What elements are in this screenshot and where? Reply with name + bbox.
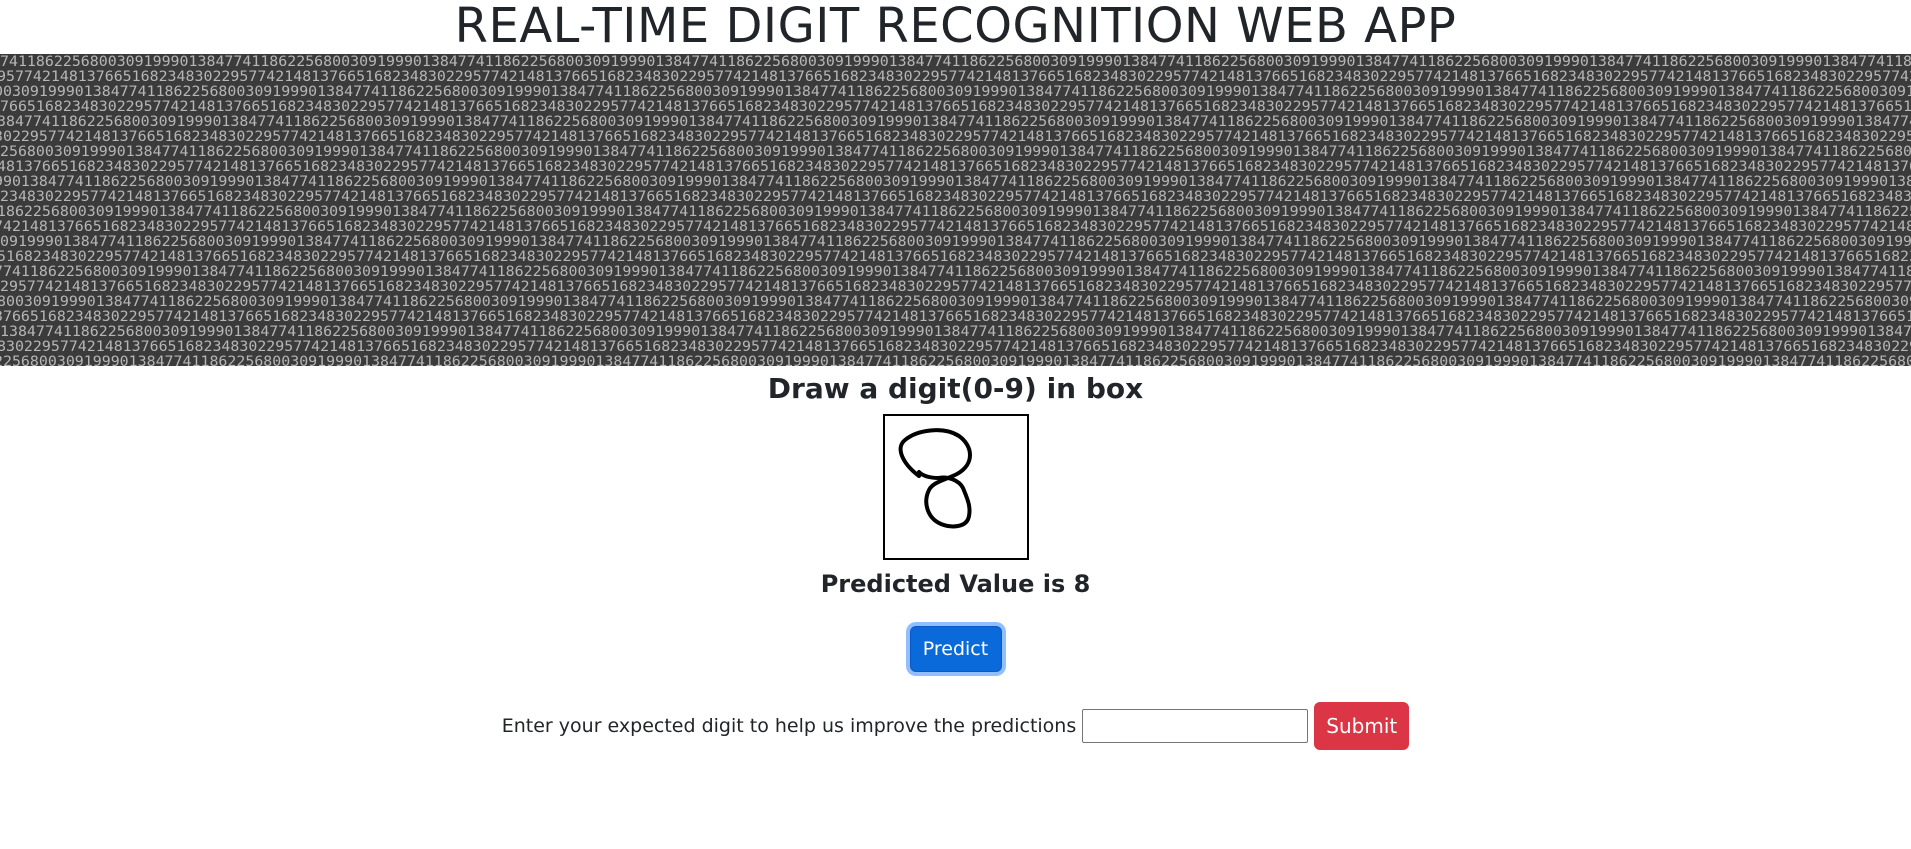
banner-digit-row: 7421481376651682348302295774214813766516… — [0, 219, 1911, 235]
banner-digit-row: 3766516823483022957742148137665168234830… — [0, 309, 1911, 325]
drawn-digit-stroke — [898, 428, 972, 529]
banner-digit-row: 5168234830229577421481376651682348302295… — [0, 249, 1911, 265]
digits-pattern-icon: 7411862256800309199901384774118622568003… — [0, 54, 1911, 366]
prediction-result: Predicted Value is 8 — [820, 570, 1091, 598]
banner-digit-row: 2568003091999013847741186225680030919990… — [0, 144, 1911, 160]
banner-digit-row: 2957742148137665168234830229577421481376… — [0, 279, 1911, 295]
banner-digit-row: 9901384774118622568003091999013847741186… — [0, 174, 1911, 190]
draw-instructions-heading: Draw a digit(0-9) in box — [767, 372, 1144, 405]
banner-digit-row: 0030919990138477411862256800309199901384… — [0, 84, 1911, 100]
banner-digit-row: 0919990138477411862256800309199901384774… — [0, 234, 1911, 250]
predict-button[interactable]: Predict — [909, 626, 1002, 672]
banner-digit-row: 9577421481376651682348302295774214813766… — [0, 69, 1911, 85]
banner-digit-row: 8302295774214813766516823483022957742148… — [0, 339, 1911, 355]
banner-digit-row: 8003091999013847741186225680030919990138… — [0, 294, 1911, 310]
banner-digit-row: 7741186225680030919990138477411862256800… — [0, 264, 1911, 280]
drawing-canvas[interactable] — [882, 414, 1029, 560]
page-title: REAL-TIME DIGIT RECOGNITION WEB APP — [454, 0, 1457, 54]
expected-digit-input[interactable] — [1082, 709, 1309, 743]
banner-digit-row: 7411862256800309199901384774118622568003… — [0, 54, 1911, 70]
banner-digit-row: 1862256800309199901384774118622568003091… — [0, 204, 1911, 220]
banner-digit-row: 2348302295774214813766516823483022957742… — [0, 189, 1911, 205]
banner-digit-row: 7665168234830229577421481376651682348302… — [0, 99, 1911, 115]
feedback-form: Enter your expected digit to help us imp… — [0, 702, 1911, 750]
drawing-canvas-container[interactable] — [882, 414, 1029, 560]
banner-digit-row: 4813766516823483022957742148137665168234… — [0, 159, 1911, 175]
feedback-label: Enter your expected digit to help us imp… — [501, 715, 1077, 737]
banner-digit-row: 3022957742148137665168234830229577421481… — [0, 129, 1911, 145]
banner-digit-row: 2256800309199901384774118622568003091999… — [0, 354, 1911, 366]
submit-button[interactable]: Submit — [1314, 702, 1410, 750]
digits-banner-image: 7411862256800309199901384774118622568003… — [0, 54, 1911, 366]
banner-digit-row: 3847741186225680030919990138477411862256… — [0, 114, 1911, 130]
banner-digit-row: 1384774118622568003091999013847741186225… — [0, 324, 1911, 340]
